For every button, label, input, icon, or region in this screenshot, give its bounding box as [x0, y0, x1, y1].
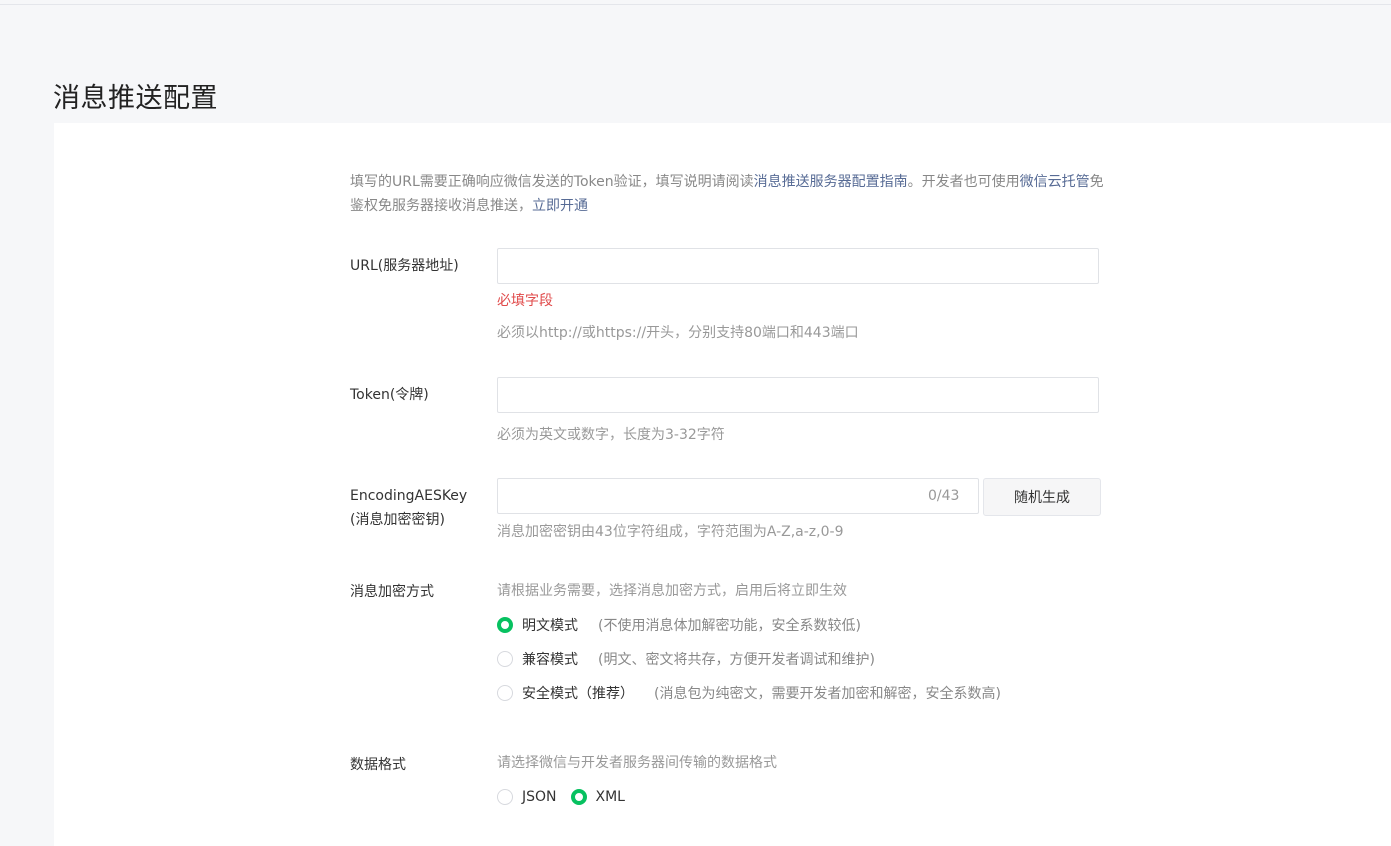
- page-title: 消息推送配置: [53, 83, 218, 115]
- radio-secure-label: 安全模式（推荐）: [522, 686, 634, 702]
- token-label: Token(令牌): [350, 387, 429, 403]
- aes-key-char-counter: 0/43: [928, 488, 960, 504]
- radio-xml[interactable]: [570, 789, 587, 805]
- data-format-option-json[interactable]: JSON: [497, 789, 557, 805]
- url-required-error: 必填字段: [497, 293, 553, 309]
- encryption-label: 消息加密方式: [350, 584, 434, 600]
- radio-xml-label: XML: [595, 789, 625, 805]
- intro-text-1: 填写的URL需要正确响应微信发送的Token验证，填写说明请阅读: [350, 174, 754, 190]
- url-label: URL(服务器地址): [350, 258, 459, 274]
- url-input[interactable]: [497, 248, 1099, 284]
- intro-text: 填写的URL需要正确响应微信发送的Token验证，填写说明请阅读消息推送服务器配…: [350, 170, 1110, 218]
- open-now-link[interactable]: 立即开通: [532, 198, 588, 214]
- random-generate-button[interactable]: 随机生成: [983, 478, 1101, 516]
- radio-json-label: JSON: [522, 789, 557, 805]
- aes-key-input[interactable]: [497, 478, 979, 514]
- token-hint: 必须为英文或数字，长度为3-32字符: [497, 427, 725, 443]
- server-config-guide-link[interactable]: 消息推送服务器配置指南: [754, 174, 908, 190]
- url-hint: 必须以http://或https://开头，分别支持80端口和443端口: [497, 325, 859, 341]
- aes-key-label-line1: EncodingAESKey: [350, 488, 468, 504]
- radio-plaintext-desc: (不使用消息体加解密功能，安全系数较低): [598, 618, 861, 634]
- radio-secure[interactable]: [497, 685, 513, 701]
- radio-compatible-label: 兼容模式: [522, 652, 578, 668]
- aes-key-hint: 消息加密密钥由43位字符组成，字符范围为A-Z,a-z,0-9: [497, 524, 844, 540]
- radio-plaintext[interactable]: [497, 617, 513, 633]
- wechat-cloud-hosting-link[interactable]: 微信云托管: [1020, 174, 1090, 190]
- radio-json[interactable]: [497, 789, 513, 805]
- data-format-options: JSON XML: [497, 785, 639, 809]
- token-input[interactable]: [497, 377, 1099, 413]
- encryption-option-secure[interactable]: 安全模式（推荐） (消息包为纯密文，需要开发者加密和解密，安全系数高): [497, 681, 1001, 705]
- encryption-option-plaintext[interactable]: 明文模式 (不使用消息体加解密功能，安全系数较低): [497, 613, 861, 637]
- top-divider: [0, 4, 1391, 5]
- radio-secure-desc: (消息包为纯密文，需要开发者加密和解密，安全系数高): [654, 686, 1001, 702]
- data-format-hint: 请选择微信与开发者服务器间传输的数据格式: [497, 755, 777, 771]
- radio-compatible[interactable]: [497, 651, 513, 667]
- data-format-option-xml[interactable]: XML: [570, 789, 625, 805]
- radio-compatible-desc: (明文、密文将共存，方便开发者调试和维护): [598, 652, 875, 668]
- radio-plaintext-label: 明文模式: [522, 618, 578, 634]
- encryption-option-compatible[interactable]: 兼容模式 (明文、密文将共存，方便开发者调试和维护): [497, 647, 875, 671]
- data-format-label: 数据格式: [350, 757, 406, 773]
- aes-key-label-line2: (消息加密密钥): [350, 512, 445, 528]
- intro-text-2: 。开发者也可使用: [907, 174, 1020, 190]
- aes-key-label: EncodingAESKey (消息加密密钥): [350, 484, 467, 532]
- config-card: 填写的URL需要正确响应微信发送的Token验证，填写说明请阅读消息推送服务器配…: [54, 123, 1391, 846]
- encryption-hint: 请根据业务需要，选择消息加密方式，启用后将立即生效: [497, 583, 847, 599]
